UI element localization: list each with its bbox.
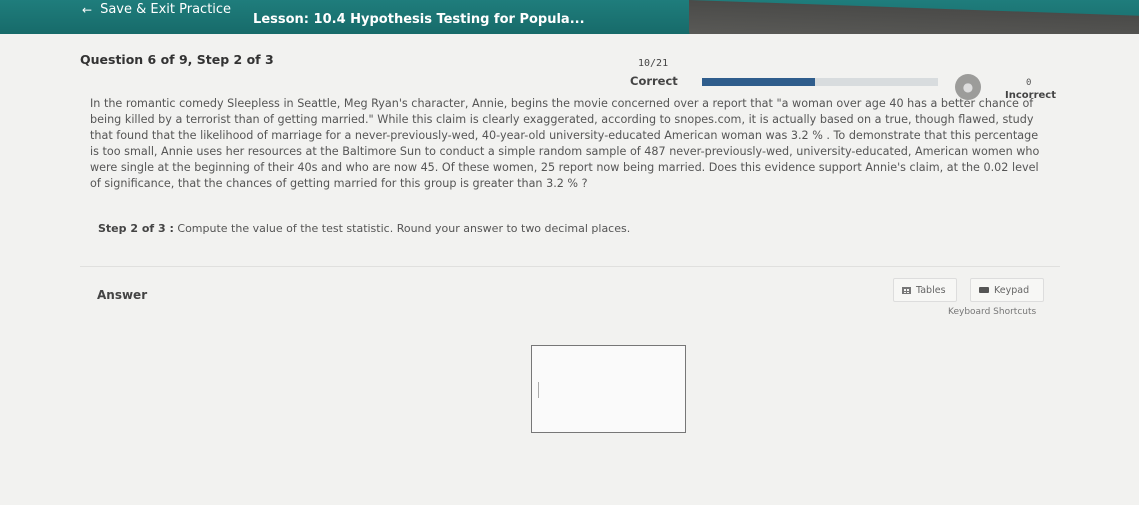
question-number: Question 6 of 9, <box>80 52 193 67</box>
keypad-label: Keypad <box>994 284 1030 296</box>
progress-fill <box>702 78 816 86</box>
step-prompt: Step 2 of 3 : Compute the value of the t… <box>98 222 630 235</box>
text-caret <box>538 382 539 398</box>
keyboard-shortcuts-link[interactable]: Keyboard Shortcuts <box>948 307 1036 317</box>
table-icon <box>902 286 911 294</box>
tables-label: Tables <box>916 284 946 296</box>
keypad-icon <box>979 287 989 293</box>
question-panel: Question 6 of 9, Step 2 of 3 10/21 Corre… <box>0 34 1139 505</box>
save-exit-button[interactable]: ← Save & Exit Practice <box>82 2 231 17</box>
tables-button[interactable]: Tables <box>893 278 957 302</box>
step-prompt-label: Step 2 of 3 : <box>98 222 174 235</box>
lesson-title: Lesson: 10.4 Hypothesis Testing for Popu… <box>253 12 585 27</box>
question-step: Step 2 of 3 <box>196 52 274 67</box>
correct-label: Correct <box>630 74 678 88</box>
divider <box>80 266 1060 267</box>
score-fraction: 10/21 <box>638 58 669 69</box>
question-counter: Question 6 of 9, Step 2 of 3 <box>80 52 274 67</box>
keypad-button[interactable]: Keypad <box>970 278 1044 302</box>
incorrect-count: 0 <box>1026 78 1032 88</box>
step-prompt-text: Compute the value of the test statistic.… <box>177 222 631 235</box>
progress-bar <box>702 78 938 86</box>
answer-input[interactable] <box>531 345 686 433</box>
save-exit-label: Save & Exit Practice <box>100 2 232 17</box>
back-arrow-icon: ← <box>82 2 93 17</box>
question-text: In the romantic comedy Sleepless in Seat… <box>90 97 1040 190</box>
answer-label: Answer <box>97 288 148 302</box>
